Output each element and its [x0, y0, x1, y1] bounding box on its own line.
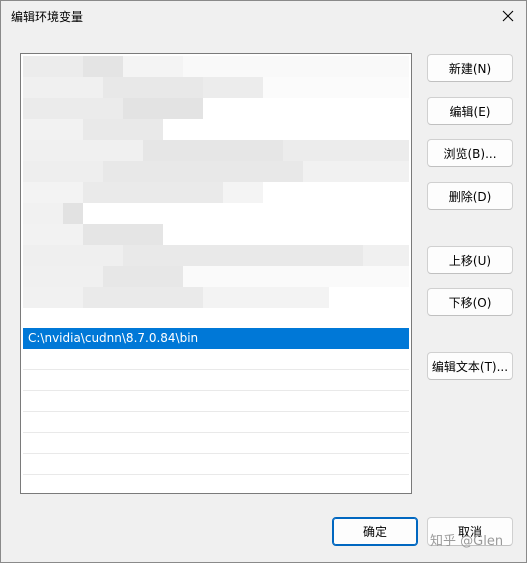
list-item-blurred[interactable] — [23, 98, 409, 119]
list-item-label: C:\nvidia\cudnn\8.7.0.84\bin — [28, 331, 199, 345]
list-item-blurred[interactable] — [23, 77, 409, 98]
list-item-blurred[interactable] — [23, 308, 409, 329]
list-item-blurred[interactable] — [23, 266, 409, 287]
browse-button[interactable]: 浏览(B)... — [427, 139, 513, 167]
list-item-blurred[interactable] — [23, 224, 409, 245]
list-item-blurred[interactable] — [23, 182, 409, 203]
list-item-empty[interactable] — [23, 433, 409, 454]
new-button[interactable]: 新建(N) — [427, 54, 513, 82]
edit-env-var-dialog: 编辑环境变量 C:\nvidia\cudnn\8.7.0.84\bin 新建(N… — [0, 0, 527, 563]
list-item-blurred[interactable] — [23, 140, 409, 161]
list-item-blurred[interactable] — [23, 161, 409, 182]
window-title: 编辑环境变量 — [11, 10, 84, 24]
title-bar[interactable]: 编辑环境变量 — [1, 1, 526, 31]
edit-button[interactable]: 编辑(E) — [427, 97, 513, 125]
list-item-empty[interactable] — [23, 412, 409, 433]
close-icon — [502, 10, 514, 22]
move-up-button[interactable]: 上移(U) — [427, 246, 513, 274]
path-list[interactable]: C:\nvidia\cudnn\8.7.0.84\bin — [20, 53, 412, 494]
cancel-button[interactable]: 取消 — [427, 517, 513, 546]
list-item-empty[interactable] — [23, 475, 409, 493]
list-item-empty[interactable] — [23, 370, 409, 391]
ok-button[interactable]: 确定 — [332, 517, 418, 546]
list-item-empty[interactable] — [23, 454, 409, 475]
list-item-blurred[interactable] — [23, 203, 409, 224]
list-item-blurred[interactable] — [23, 287, 409, 308]
list-item-empty[interactable] — [23, 349, 409, 370]
list-item-blurred[interactable] — [23, 119, 409, 140]
list-item-empty[interactable] — [23, 391, 409, 412]
delete-button[interactable]: 删除(D) — [427, 182, 513, 210]
list-item-blurred[interactable] — [23, 56, 409, 77]
close-button[interactable] — [490, 1, 526, 31]
edit-text-button[interactable]: 编辑文本(T)... — [427, 352, 513, 380]
list-item-selected[interactable]: C:\nvidia\cudnn\8.7.0.84\bin — [23, 328, 409, 349]
list-item-blurred[interactable] — [23, 245, 409, 266]
move-down-button[interactable]: 下移(O) — [427, 288, 513, 316]
